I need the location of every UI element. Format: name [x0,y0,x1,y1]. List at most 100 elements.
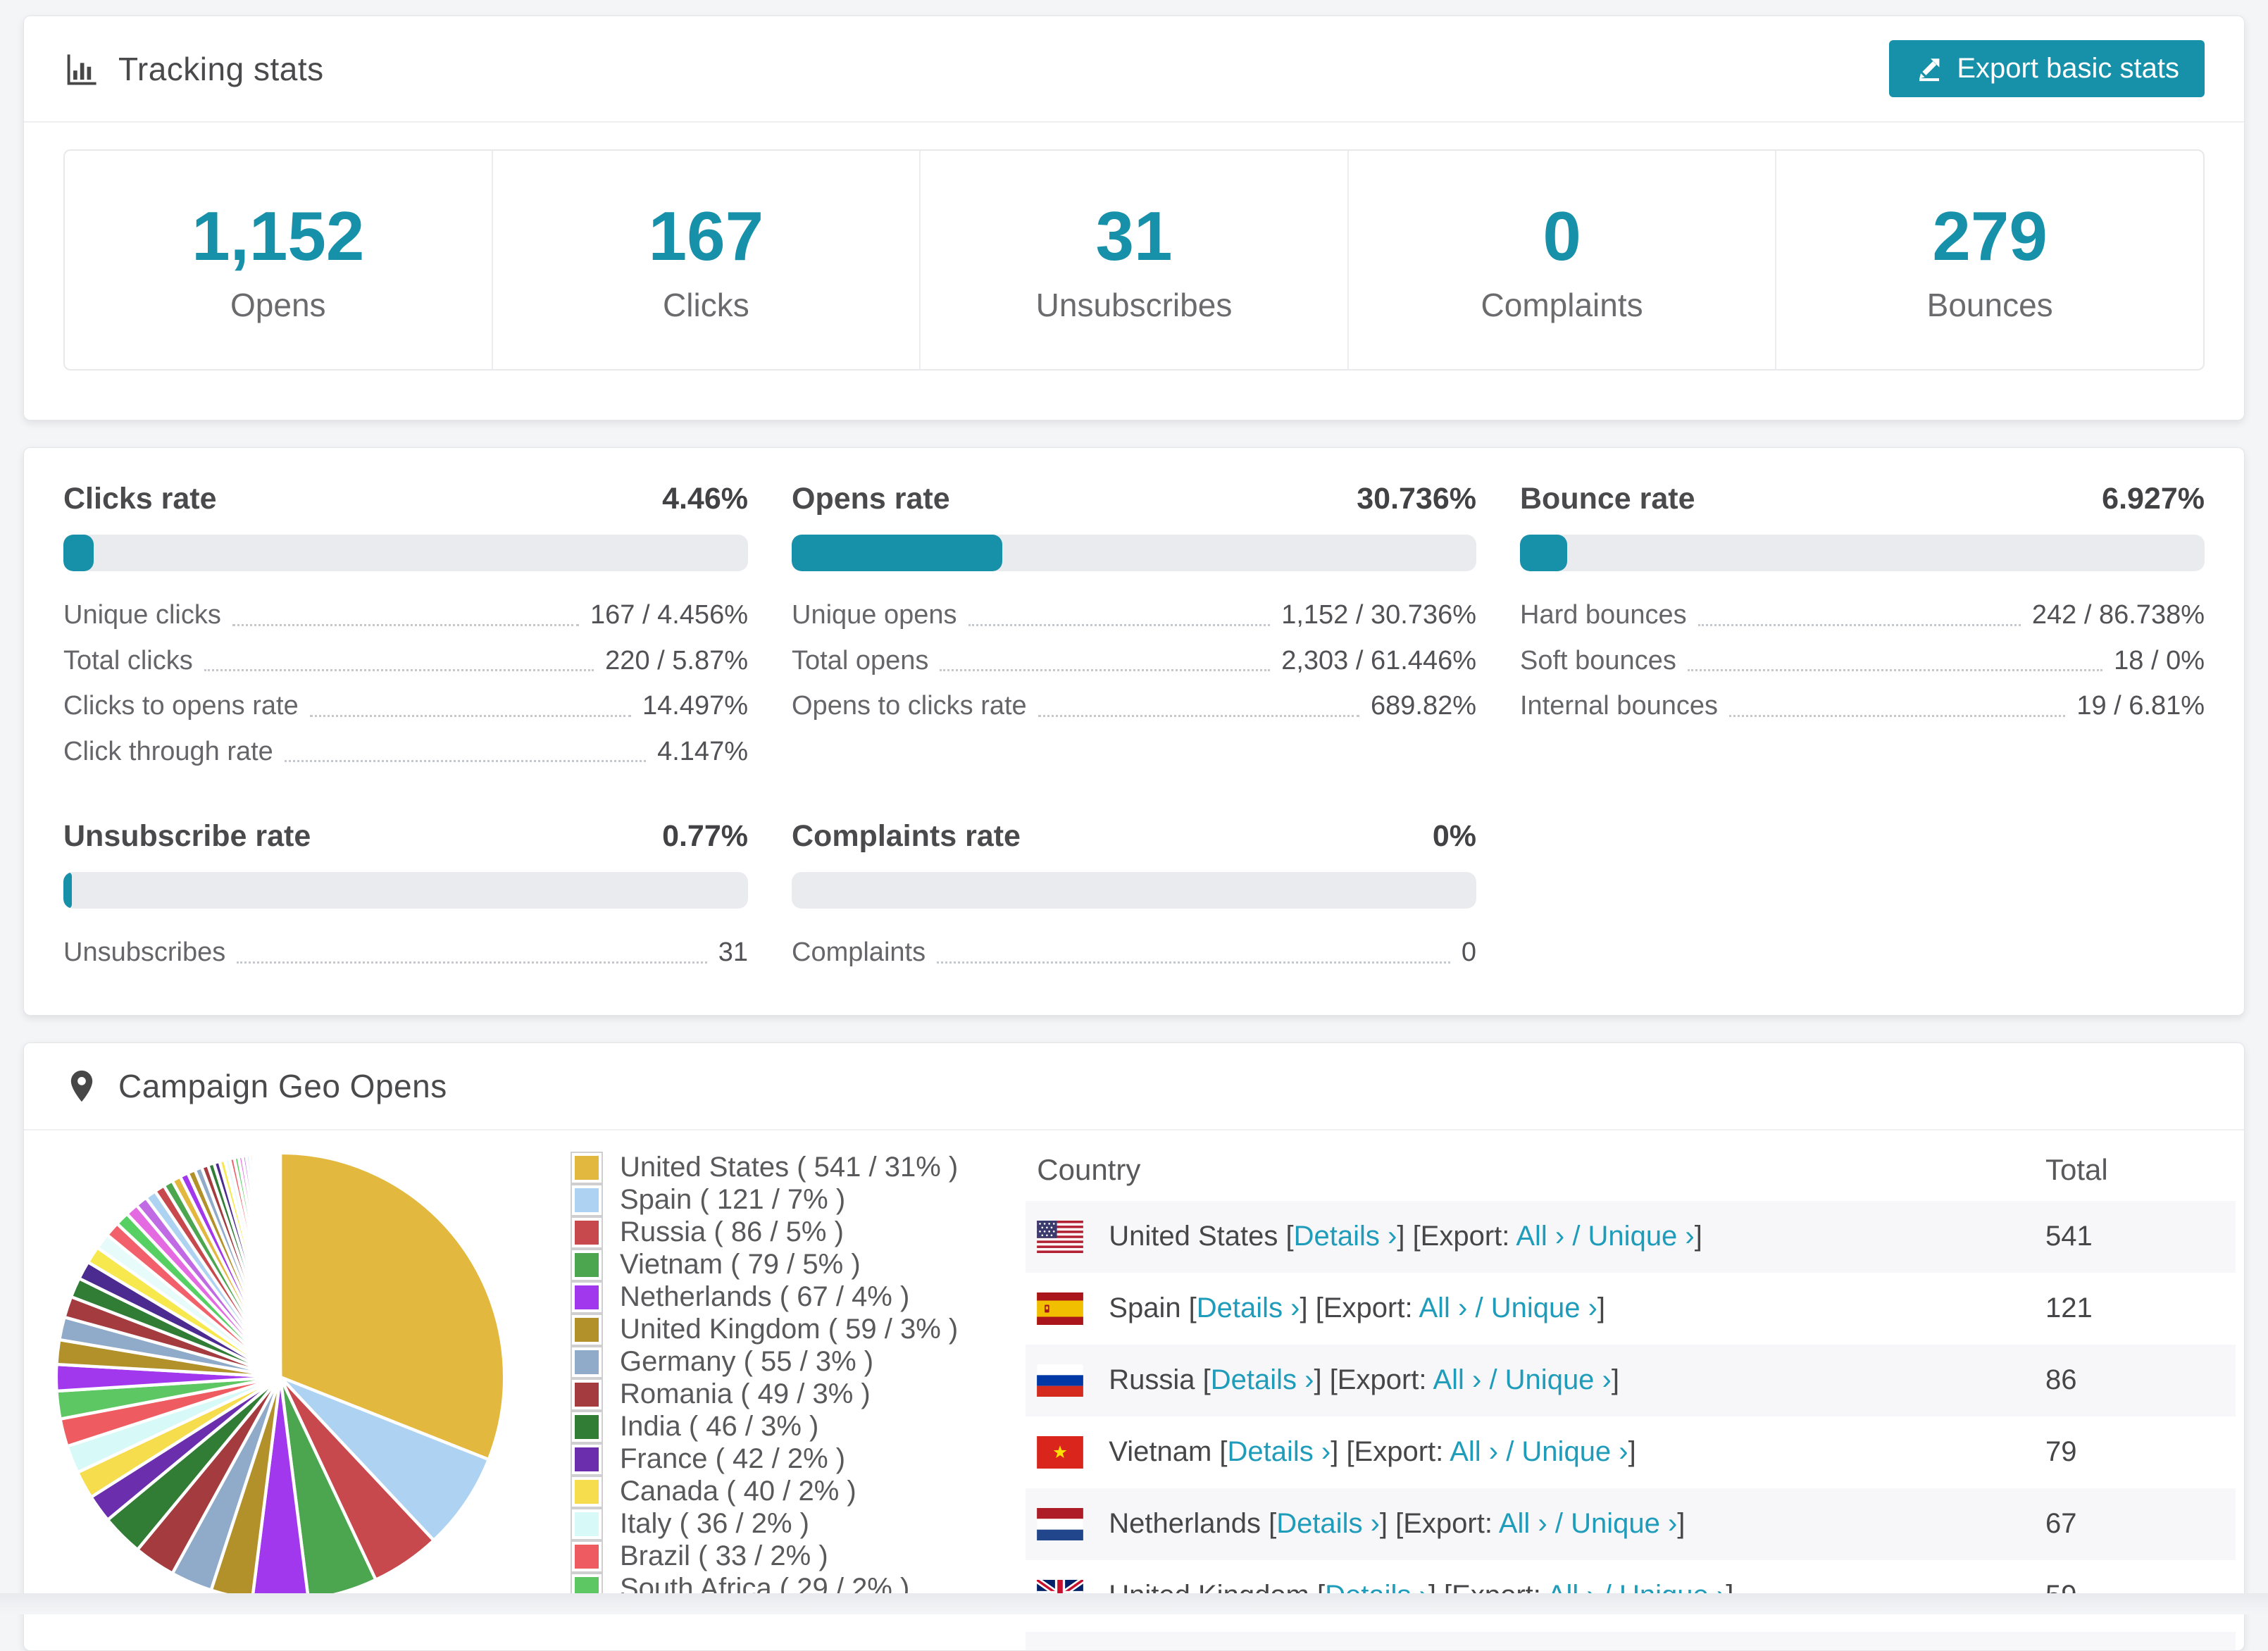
stat-cell-bounces: 279 Bounces [1776,151,2203,369]
detail-leader [204,669,594,671]
rate-value: 30.736% [1357,482,1476,516]
export-all-link[interactable]: All › [1450,1436,1498,1467]
detail-leader [232,623,580,626]
tracking-stats-header: Tracking stats Export basic stats [24,16,2244,123]
detail-leader [237,961,707,964]
country-cell: Netherlands [Details ›] [Export: All › /… [1026,1507,2045,1540]
country-name: Russia [ [1109,1364,1211,1395]
card-title-geo: Campaign Geo Opens [118,1067,447,1104]
export-unique-link[interactable]: Unique › [1521,1436,1628,1467]
detail-leader [1038,714,1359,717]
export-basic-stats-label: Export basic stats [1957,53,2179,84]
rate-title: Unsubscribe rate [63,819,311,853]
legend-label: Romania ( 49 / 3% ) [620,1378,871,1409]
stats-summary: 1,152 Opens 167 Clicks 31 Unsubscribes 0 Co… [63,149,2205,370]
legend-swatch [571,1345,603,1378]
detail-value: 689.82% [1370,691,1476,721]
legend-swatch [571,1216,603,1249]
rate-block-complaints-rate: Complaints rate 0% Complaints 0 [792,819,1476,976]
legend-item-india: India ( 46 / 3% ) [571,1410,958,1443]
export-all-link[interactable]: All › [1419,1292,1467,1323]
rate-title: Complaints rate [792,819,1021,853]
export-all-link[interactable]: All › [1499,1508,1547,1539]
rate-value: 0.77% [662,819,748,853]
details-link[interactable]: Details › [1228,1436,1331,1467]
stat-label: Opens [230,287,326,323]
export-all-link[interactable]: All › [1433,1364,1481,1395]
total-cell: 86 [2045,1364,2077,1395]
rate-progress-fill [1520,535,1568,571]
rate-detail-row: Soft bounces 18 / 0% [1520,638,2205,684]
card-tracking-stats: Tracking stats Export basic stats 1,152 … [23,15,2245,420]
legend-label: Brazil ( 33 / 2% ) [620,1540,828,1571]
rate-detail-row: Clicks to opens rate 14.497% [63,683,748,729]
detail-value: 1,152 / 30.736% [1281,600,1476,630]
rate-progress [792,872,1476,909]
rate-value: 6.927% [2102,482,2205,516]
flag-icon-ru [1037,1364,1084,1397]
detail-value: 31 [718,937,748,967]
details-link[interactable]: Details › [1211,1364,1314,1395]
rate-detail-row: Unique opens 1,152 / 30.736% [792,592,1476,638]
rate-block-clicks-rate: Clicks rate 4.46% Unique clicks 167 / 4.… [63,482,748,774]
table-row-vn: Vietnam [Details ›] [Export: All › / Uni… [1026,1416,2236,1488]
detail-value: 19 / 6.81% [2076,691,2205,721]
bottom-page-strip [0,1593,2268,1614]
table-row-us: United States [Details ›] [Export: All ›… [1026,1200,2236,1273]
country-cell: Russia [Details ›] [Export: All › / Uniq… [1026,1364,2045,1397]
detail-leader [1687,669,2103,671]
rate-title: Bounce rate [1520,482,1695,516]
legend-item-canada: Canada ( 40 / 2% ) [571,1475,958,1508]
legend-item-france: France ( 42 / 2% ) [571,1443,958,1476]
legend-item-italy: Italy ( 36 / 2% ) [571,1507,958,1540]
export-unique-link[interactable]: Unique › [1505,1364,1612,1395]
rate-progress [1520,535,2205,571]
export-unique-link[interactable]: Unique › [1571,1508,1677,1539]
legend-swatch [571,1378,603,1411]
details-link[interactable]: Details › [1197,1292,1300,1323]
detail-label: Clicks to opens rate [63,691,299,721]
rate-detail-row: Hard bounces 242 / 86.738% [1520,592,2205,638]
export-icon [1919,58,1940,81]
geo-body: United States ( 541 / 31% ) Spain ( 121 … [24,1130,2244,1650]
detail-leader [284,760,647,762]
detail-value: 220 / 5.87% [605,645,748,675]
legend-swatch [571,1183,603,1216]
rate-block-bounce-rate: Bounce rate 6.927% Hard bounces 242 / 86… [1520,482,2205,774]
detail-label: Hard bounces [1520,600,1687,630]
legend-swatch [571,1151,603,1184]
rate-title: Opens rate [792,482,950,516]
card-campaign-geo-opens: Campaign Geo Opens United States ( 541 /… [23,1042,2245,1651]
export-basic-stats-button[interactable]: Export basic stats [1889,40,2205,97]
card-rates: Clicks rate 4.46% Unique clicks 167 / 4.… [23,447,2245,1016]
export-unique-link[interactable]: Unique › [1491,1292,1597,1323]
geo-table: Country Total United States [Details ›] … [1026,1139,2236,1650]
country-name: Spain [ [1109,1292,1197,1323]
stat-label: Complaints [1481,287,1643,323]
detail-leader [1697,623,2021,626]
rate-progress [63,535,748,571]
column-header-country: Country [1037,1152,1141,1186]
rate-progress-fill [63,535,94,571]
legend-item-united-kingdom: United Kingdom ( 59 / 3% ) [571,1313,958,1346]
legend-label: United States ( 541 / 31% ) [620,1152,959,1183]
detail-value: 0 [1461,937,1476,967]
details-link[interactable]: Details › [1294,1221,1397,1252]
geo-pie-chart [54,1151,506,1602]
legend-item-brazil: Brazil ( 33 / 2% ) [571,1540,958,1573]
legend-swatch [571,1443,603,1476]
detail-label: Internal bounces [1520,691,1718,721]
rate-value: 4.46% [662,482,748,516]
stat-value: 1,152 [192,197,365,275]
legend-label: Germany ( 55 / 3% ) [620,1346,874,1377]
stat-cell-clicks: 167 Clicks [493,151,921,369]
legend-item-united-states: United States ( 541 / 31% ) [571,1151,959,1184]
export-unique-link[interactable]: Unique › [1588,1221,1695,1252]
legend-item-germany: Germany ( 55 / 3% ) [571,1345,958,1378]
rate-value: 0% [1432,819,1476,853]
export-all-link[interactable]: All › [1516,1221,1564,1252]
rate-detail-row: Opens to clicks rate 689.82% [792,683,1476,729]
details-link[interactable]: Details › [1276,1508,1380,1539]
total-cell: 541 [2045,1221,2093,1252]
country-name: Netherlands [ [1109,1508,1277,1539]
